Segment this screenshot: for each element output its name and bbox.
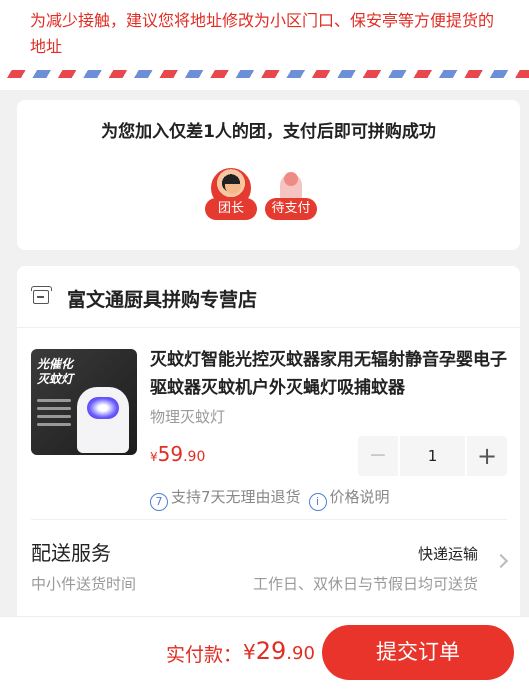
store-icon [31,286,52,304]
product-image-text: 灭蚊灯 [37,372,74,386]
ghost-head [284,172,298,186]
info-icon: i [308,493,327,511]
pay-label: 实付款： [166,644,243,666]
return-policy-text[interactable]: 支持7天无理由退货 [171,488,301,506]
pending-member: 待支付 [265,166,317,222]
price-currency: ¥ [150,450,158,464]
product-title[interactable]: 灭蚊灯智能光控灭蚊器家用无辐射静音孕婴电子驱蚊器灭蚊机户外灭蝇灯吸捕蚊器 [150,346,508,402]
group-buy-card: 为您加入仅差1人的团，支付后即可拼购成功 团长 待支付 [17,100,520,250]
price-note-link[interactable]: 价格说明 [330,488,390,506]
store-header[interactable]: 富文通厨具拼购专营店 [17,266,520,328]
airmail-border [0,70,529,78]
pay-currency: ¥ [243,640,256,664]
delivery-title: 配送服务 [31,541,111,565]
price-decimal: .90 [183,449,206,465]
leader-tag: 团长 [205,198,257,220]
delivery-method[interactable]: 快递运输 [418,543,478,564]
product-spec[interactable]: 物理灭蚊灯 [150,406,225,427]
seven-day-icon: 7 [150,493,168,511]
divider [31,519,507,520]
submit-order-button[interactable]: 提交订单 [322,625,514,680]
quantity-stepper: − 1 + [358,436,507,476]
group-buy-title: 为您加入仅差1人的团，支付后即可拼购成功 [101,122,436,142]
delivery-days[interactable]: 工作日、双休日与节假日均可送货 [253,573,478,594]
pay-decimal: .90 [286,643,315,664]
group-leader: 团长 [205,166,257,222]
chevron-right-icon[interactable] [493,553,509,569]
increase-quantity-button[interactable]: + [467,436,507,476]
quantity-value[interactable]: 1 [398,436,467,476]
pending-tag: 待支付 [265,198,317,220]
leader-avatar-face [225,184,241,194]
checkout-bar: 实付款： ¥29.90 提交订单 [0,616,529,693]
pay-integer: 29 [255,637,287,665]
mosquito-lamp-picture [77,387,129,453]
address-notice: 为减少接触，建议您将地址修改为小区门口、保安亭等方便提货的地址 [0,0,529,90]
delivery-subtitle: 中小件送货时间 [31,575,137,593]
store-name: 富文通厨具拼购专营店 [67,289,258,311]
pay-amount: ¥29.90 [243,637,315,665]
product-price: ¥59.90 [150,442,205,466]
service-guarantees: 7 支持7天无理由退货 i 价格说明 [150,486,390,511]
product-image[interactable]: 光催化 灭蚊灯 [31,349,137,455]
product-image-decoration [37,399,71,431]
price-integer: 59 [157,442,184,466]
decrease-quantity-button[interactable]: − [358,436,398,476]
address-notice-text: 为减少接触，建议您将地址修改为小区门口、保安亭等方便提货的地址 [30,11,495,56]
